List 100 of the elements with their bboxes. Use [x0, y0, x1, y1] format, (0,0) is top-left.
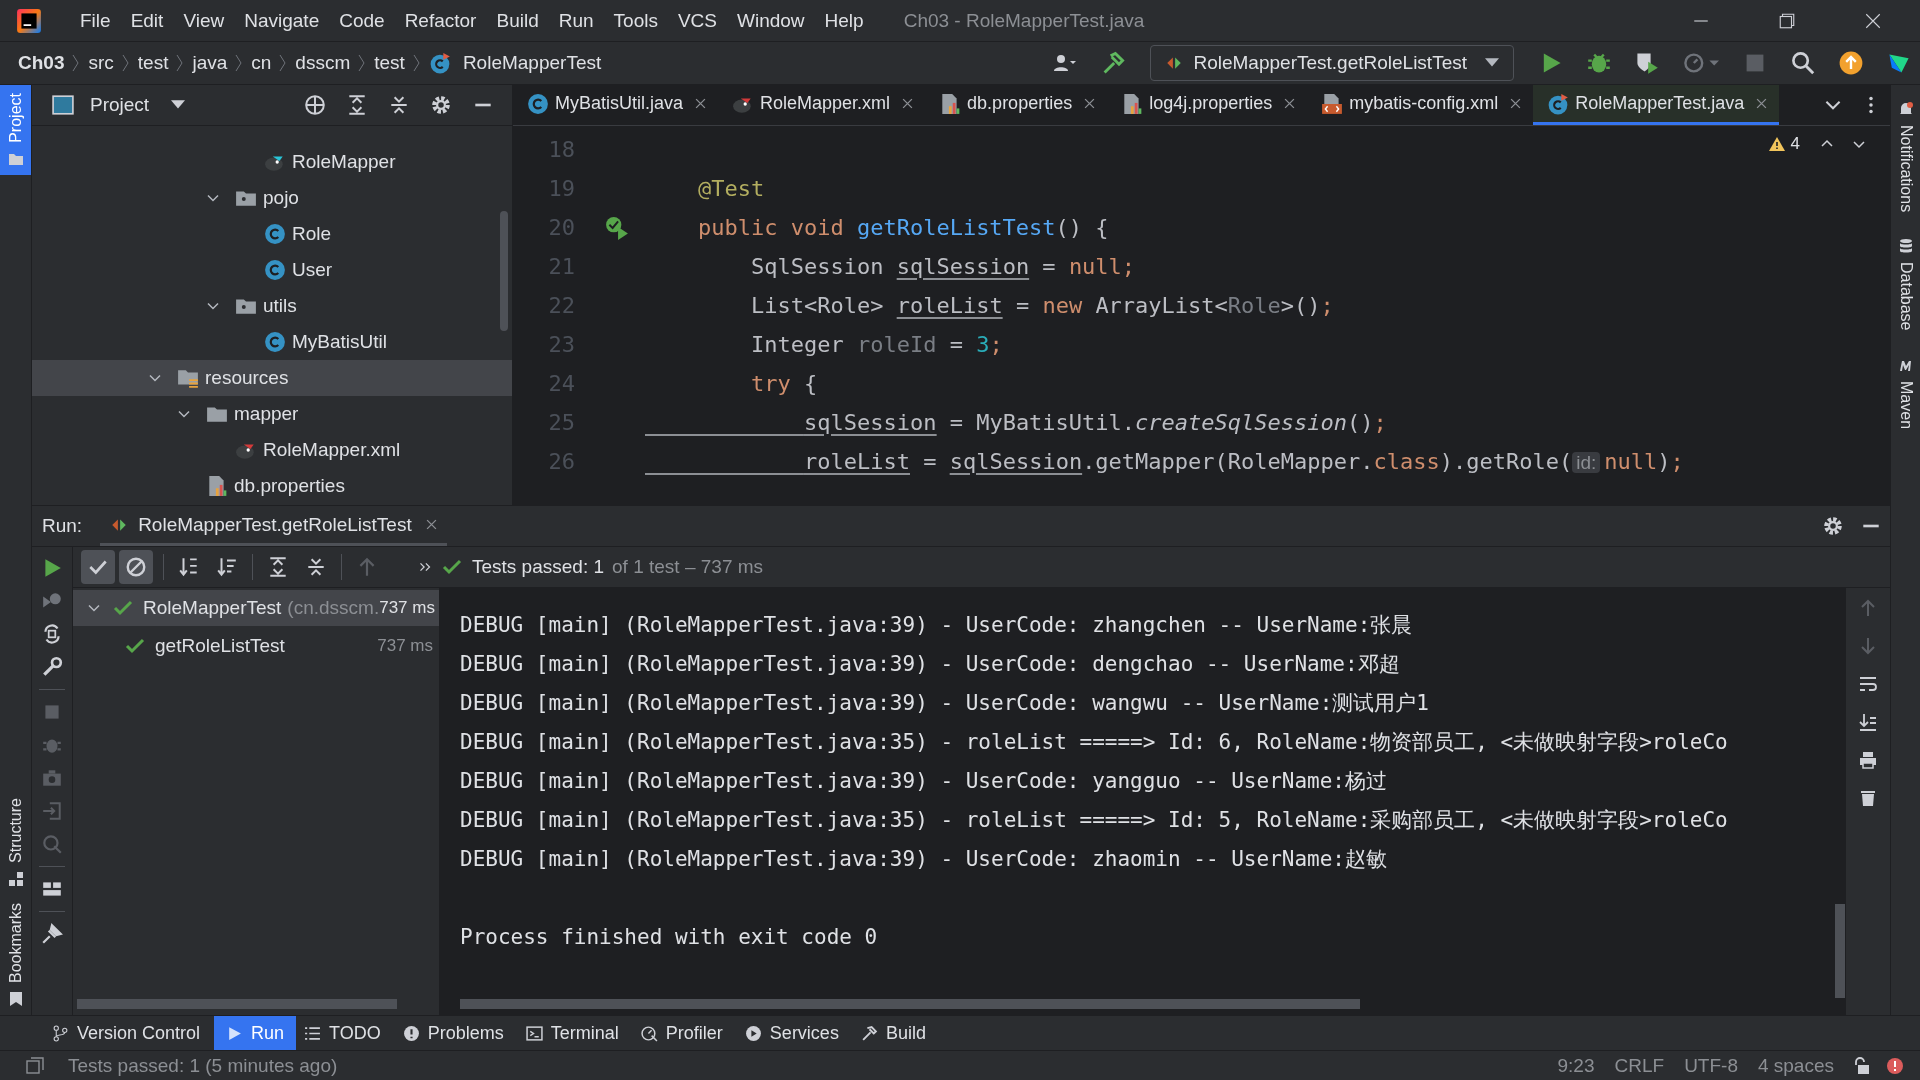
tree-item[interactable]: RoleMapper.xml	[32, 432, 498, 468]
warning-count[interactable]: 4	[1790, 134, 1800, 154]
tool-window-tab[interactable]: Maven	[1891, 350, 1920, 449]
editor-tab[interactable]: MyBatisUtil.java	[513, 85, 719, 125]
breadcrumb[interactable]: test	[137, 52, 169, 74]
menu-item[interactable]: Refactor	[394, 9, 487, 32]
show-passed-toggle[interactable]	[81, 550, 115, 584]
close-icon[interactable]	[1756, 98, 1768, 109]
panel-toggle-icon[interactable]	[26, 1056, 44, 1075]
tool-window-tab[interactable]: Profiler	[632, 1016, 737, 1050]
status-item[interactable]: 9:23	[1557, 1054, 1595, 1077]
breadcrumb[interactable]: RoleMapperTest	[462, 52, 602, 74]
menu-item[interactable]: Window	[727, 9, 815, 32]
tree-item[interactable]: Role	[32, 216, 498, 252]
test-tree-item[interactable]: RoleMapperTest (cn.dsscm.737 ms	[73, 590, 439, 626]
tree-item[interactable]: utils	[32, 288, 498, 324]
hammer-icon[interactable]	[1101, 51, 1126, 75]
tree-item[interactable]: User	[32, 252, 498, 288]
tool-window-tab[interactable]: Bookmarks	[0, 894, 31, 1015]
tool-window-tab[interactable]: Services	[736, 1016, 853, 1050]
tool-window-tab[interactable]: Build	[852, 1016, 940, 1050]
panel-title[interactable]: Project	[90, 94, 150, 116]
editor-tab[interactable]: RoleMapperTest.java	[1533, 85, 1780, 125]
app-logo-icon[interactable]	[16, 7, 42, 34]
status-item[interactable]: UTF-8	[1684, 1054, 1738, 1077]
tree-item[interactable]: RoleMapper	[32, 144, 498, 180]
close-icon[interactable]	[1864, 11, 1882, 30]
error-icon[interactable]	[1886, 1056, 1904, 1075]
tree-item[interactable]: resources	[32, 360, 512, 396]
tree-item[interactable]: pojo	[32, 180, 498, 216]
run-configuration-dropdown[interactable]: RoleMapperTest.getRoleListTest	[1150, 45, 1514, 81]
tool-window-tab[interactable]: Version Control	[44, 1016, 215, 1050]
tool-window-tab[interactable]: Problems	[394, 1016, 518, 1050]
menu-item[interactable]: File	[70, 9, 121, 32]
scrollbar-thumb[interactable]	[77, 999, 397, 1009]
wrench-icon[interactable]	[41, 656, 63, 678]
show-ignored-toggle[interactable]	[119, 550, 153, 584]
close-icon[interactable]	[425, 519, 437, 530]
menu-item[interactable]: Tools	[603, 9, 668, 32]
collapse-all-icon[interactable]	[305, 556, 327, 578]
editor-tab[interactable]: mybatis-config.xml	[1307, 85, 1534, 125]
breadcrumb[interactable]: test	[374, 52, 405, 74]
menu-item[interactable]: Code	[329, 9, 395, 32]
crosshair-icon[interactable]	[304, 94, 326, 116]
test-tree-item[interactable]: getRoleListTest 737 ms	[73, 628, 439, 664]
tool-window-tab[interactable]: Structure	[0, 790, 31, 895]
pin-icon[interactable]	[41, 923, 63, 945]
sort-alphabetically-icon[interactable]	[178, 556, 200, 578]
settings-icon[interactable]	[430, 94, 452, 116]
breadcrumb[interactable]: Ch03	[18, 52, 65, 74]
printer-icon[interactable]	[1858, 750, 1878, 770]
expand-all-icon[interactable]	[267, 556, 289, 578]
tool-window-tab[interactable]: Notifications	[1891, 95, 1920, 233]
menu-item[interactable]: Build	[486, 9, 549, 32]
scrollbar-thumb[interactable]	[460, 999, 1360, 1009]
tool-window-tab[interactable]: Terminal	[517, 1016, 633, 1050]
caret-icon[interactable]	[171, 100, 186, 110]
warning-icon[interactable]	[1768, 137, 1785, 151]
sort-by-duration-icon[interactable]	[216, 556, 238, 578]
close-icon[interactable]	[1084, 98, 1096, 109]
scroll-to-end-icon[interactable]	[1858, 712, 1878, 732]
restore-icon[interactable]	[1778, 11, 1796, 30]
tree-item[interactable]: db.properties	[32, 468, 498, 504]
breadcrumb[interactable]: java	[192, 52, 228, 74]
close-icon[interactable]	[695, 98, 707, 109]
editor-tab[interactable]: db.properties	[925, 85, 1108, 125]
breadcrumb[interactable]: src	[88, 52, 114, 74]
tool-window-tab[interactable]: Database	[1891, 232, 1920, 351]
run-test-icon[interactable]	[605, 215, 629, 240]
session-tab[interactable]: RoleMapperTest.getRoleListTest	[100, 506, 447, 546]
editor-tab[interactable]: RoleMapper.xml	[718, 85, 926, 125]
scrollbar-thumb[interactable]	[500, 211, 508, 331]
expand-all-icon[interactable]	[346, 94, 368, 116]
search-icon[interactable]	[1791, 51, 1815, 75]
close-icon[interactable]	[902, 98, 914, 109]
collapse-all-icon[interactable]	[388, 94, 410, 116]
close-icon[interactable]	[1284, 98, 1296, 109]
tree-item[interactable]: mapper	[32, 396, 498, 432]
tree-item[interactable]: MyBatisUtil	[32, 324, 498, 360]
profiler-icon[interactable]	[1683, 51, 1719, 75]
tool-window-tab[interactable]: TODO	[296, 1016, 395, 1050]
menu-item[interactable]: Edit	[120, 9, 174, 32]
status-item[interactable]: CRLF	[1614, 1054, 1665, 1077]
toggle-auto-test-icon[interactable]	[41, 623, 63, 645]
trash-icon[interactable]	[1858, 788, 1878, 808]
padlock-icon[interactable]	[1852, 1056, 1870, 1075]
menu-item[interactable]: VCS	[667, 9, 727, 32]
coverage-shield-icon[interactable]	[1635, 51, 1659, 75]
menu-item[interactable]: Help	[814, 9, 874, 32]
close-icon[interactable]	[1510, 98, 1522, 109]
tool-window-tab[interactable]: Run	[214, 1016, 297, 1050]
debug-bug-icon[interactable]	[1587, 51, 1611, 75]
menu-item[interactable]: Navigate	[234, 9, 330, 32]
tool-window-tab[interactable]: Project	[0, 85, 31, 175]
editor-tab[interactable]: log4j.properties	[1107, 85, 1308, 125]
breadcrumb[interactable]: dsscm	[295, 52, 351, 74]
menu-item[interactable]: View	[173, 9, 235, 32]
menu-item[interactable]: Run	[548, 9, 604, 32]
settings-icon[interactable]	[1822, 515, 1844, 537]
breadcrumb[interactable]: cn	[251, 52, 272, 74]
